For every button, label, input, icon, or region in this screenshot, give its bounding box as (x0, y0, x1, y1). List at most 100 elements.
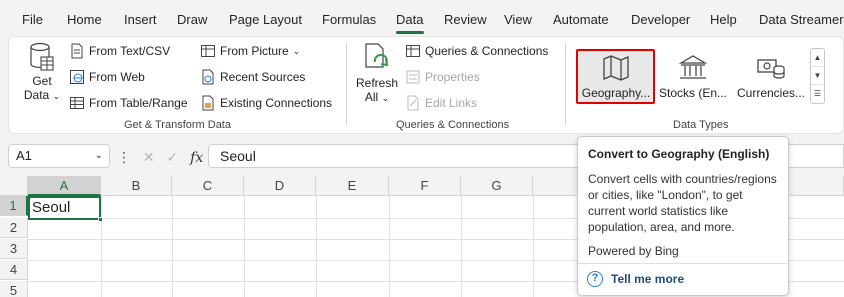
table-icon (70, 97, 84, 109)
active-tab-indicator (396, 31, 424, 34)
chevron-down-icon: ⌄ (292, 45, 301, 56)
column-header[interactable]: G (461, 176, 533, 196)
group-separator (346, 42, 347, 126)
get-data-button[interactable]: Get Data ⌄ (22, 42, 62, 103)
column-header[interactable]: C (172, 176, 244, 196)
help-icon: ? (587, 271, 603, 287)
recent-sources-button[interactable]: Recent Sources (200, 69, 305, 85)
tooltip-body-line: current world statistics like (588, 204, 729, 218)
currencies-label: Currencies... (736, 86, 806, 100)
gallery-scroll: ▲ ▼ ☰ (810, 48, 825, 104)
get-data-label-2: Data ⌄ (23, 88, 61, 102)
scroll-down-icon[interactable]: ▼ (811, 67, 824, 85)
recent-sources-icon (202, 69, 214, 85)
tab-insert[interactable]: Insert (124, 12, 157, 27)
column-gridline (389, 196, 390, 297)
tooltip-body-line: Convert cells with countries/regions (588, 172, 777, 186)
recent-sources-label: Recent Sources (220, 70, 306, 84)
tab-data-streamer[interactable]: Data Streamer (759, 12, 844, 27)
row-header[interactable]: 2 (0, 218, 28, 238)
tell-me-more-link[interactable]: ? Tell me more (587, 271, 684, 287)
column-header[interactable]: F (389, 176, 461, 196)
column-header[interactable]: B (101, 176, 172, 196)
map-icon (603, 55, 629, 81)
tab-data[interactable]: Data (396, 12, 423, 27)
from-web-label: From Web (89, 70, 145, 84)
edit-links-button[interactable]: Edit Links (405, 95, 477, 111)
tab-automate[interactable]: Automate (553, 12, 609, 27)
column-gridline (533, 196, 534, 297)
bank-icon (678, 55, 708, 79)
cancel-icon[interactable]: ✕ (143, 149, 155, 165)
row-header[interactable]: 5 (0, 281, 28, 297)
tell-me-more-label: Tell me more (611, 272, 685, 286)
name-box[interactable]: A1 ⌄ (8, 144, 110, 168)
row-header[interactable]: 3 (0, 239, 28, 259)
from-text-csv-label: From Text/CSV (89, 44, 171, 58)
properties-label: Properties (425, 70, 480, 84)
more-icon[interactable]: ⋮ (117, 149, 131, 165)
currency-icon (757, 59, 785, 79)
geography-tooltip: Convert to Geography (English) Convert c… (577, 136, 789, 296)
insert-function-icon[interactable]: fx (190, 150, 203, 166)
cell-a1[interactable]: Seoul (28, 196, 101, 220)
enter-icon[interactable]: ✓ (167, 149, 179, 165)
existing-connections-icon (202, 95, 214, 111)
tooltip-powered: Powered by Bing (588, 244, 679, 258)
refresh-icon (365, 43, 389, 68)
chevron-down-icon[interactable]: ⌄ (95, 145, 103, 167)
geography-label: Geography... (581, 86, 651, 100)
tab-view[interactable]: View (504, 12, 532, 27)
edit-links-icon (407, 95, 419, 111)
refresh-all-button[interactable]: Refresh All ⌄ (354, 42, 400, 105)
existing-connections-label: Existing Connections (220, 96, 333, 110)
queries-group-label: Queries & Connections (396, 119, 510, 131)
queries-connections-label: Queries & Connections (425, 44, 549, 58)
from-text-csv-button[interactable]: From Text/CSV (69, 43, 170, 59)
fill-handle[interactable] (98, 217, 103, 222)
tab-home[interactable]: Home (67, 12, 102, 27)
scroll-up-icon[interactable]: ▲ (811, 49, 824, 67)
tab-page-layout[interactable]: Page Layout (229, 12, 302, 27)
tab-review[interactable]: Review (444, 12, 487, 27)
currencies-button[interactable]: Currencies... (731, 52, 811, 102)
tab-file[interactable]: File (22, 12, 43, 27)
refresh-label-1: Refresh (355, 76, 399, 90)
from-picture-button[interactable]: From Picture ⌄ (200, 43, 300, 59)
gallery-more-icon[interactable]: ☰ (811, 85, 824, 103)
tab-draw[interactable]: Draw (177, 12, 207, 27)
from-table-range-button[interactable]: From Table/Range (69, 95, 188, 111)
data-types-group-label: Data Types (673, 119, 729, 131)
name-box-value: A1 (16, 148, 32, 163)
edit-links-label: Edit Links (425, 96, 478, 110)
column-header[interactable]: D (244, 176, 316, 196)
picture-icon (201, 45, 215, 57)
text-file-icon (71, 43, 83, 59)
stocks-button[interactable]: Stocks (En... (653, 52, 733, 102)
column-header[interactable]: E (316, 176, 389, 196)
column-header[interactable]: A (28, 176, 101, 196)
geography-button[interactable]: Geography... (576, 52, 656, 102)
from-web-button[interactable]: From Web (69, 69, 145, 85)
database-icon (30, 42, 54, 71)
properties-icon (406, 70, 420, 84)
row-header[interactable]: 4 (0, 260, 28, 280)
tab-developer[interactable]: Developer (631, 12, 690, 27)
queries-connections-button[interactable]: Queries & Connections (405, 43, 548, 59)
tooltip-body-line: or cities, like "London", to get (588, 188, 743, 202)
column-gridline (172, 196, 173, 297)
tab-help[interactable]: Help (710, 12, 737, 27)
column-gridline (244, 196, 245, 297)
row-header[interactable]: 1 (0, 196, 28, 216)
tooltip-title: Convert to Geography (English) (588, 147, 770, 161)
formula-controls: ⋮ ✕ ✓ fx (117, 149, 203, 166)
properties-button[interactable]: Properties (405, 69, 480, 85)
get-transform-group-label: Get & Transform Data (124, 119, 231, 131)
queries-icon (406, 45, 420, 57)
tooltip-body-line: population, area, and more. (588, 220, 735, 234)
from-picture-label: From Picture (220, 44, 289, 58)
column-gridline (316, 196, 317, 297)
tab-formulas[interactable]: Formulas (322, 12, 376, 27)
select-all-corner[interactable] (0, 176, 28, 196)
existing-connections-button[interactable]: Existing Connections (200, 95, 332, 111)
